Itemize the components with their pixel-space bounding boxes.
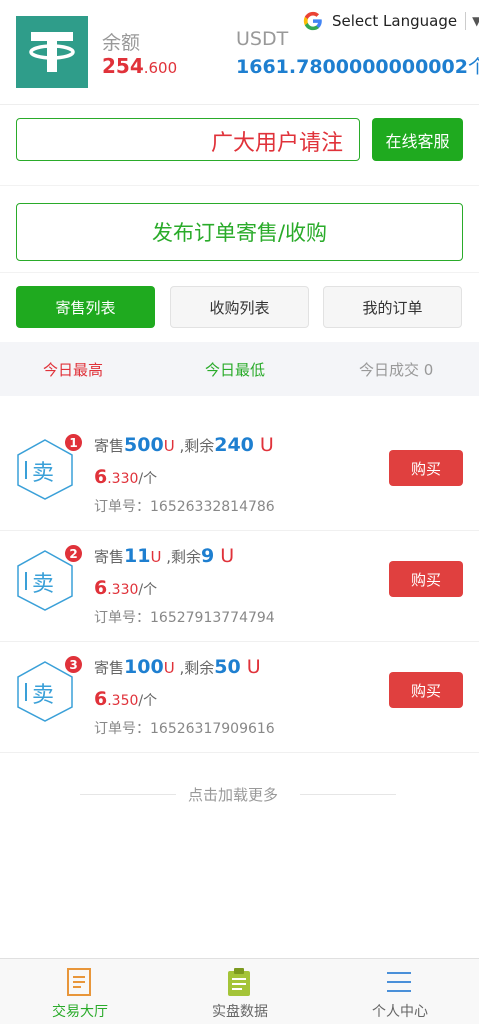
price-dec: .350	[107, 693, 139, 709]
order-prefix: 寄售	[94, 659, 125, 677]
language-divider	[465, 12, 467, 30]
price-dec: .330	[107, 471, 139, 487]
sell-hexagon-icon: 卖 2	[16, 543, 84, 611]
caret-down-icon: ▼	[472, 14, 479, 28]
price-dec: .330	[107, 582, 139, 598]
order-number-label: 订单号：	[94, 610, 150, 626]
order-summary: 寄售11U ,剩余9 U	[94, 545, 234, 567]
nav-trading-hall[interactable]: 交易大厅	[0, 959, 160, 1024]
buy-button[interactable]: 购买	[389, 450, 463, 486]
usdt-label: USDT	[236, 28, 289, 50]
sell-hexagon-icon: 卖 1	[16, 432, 84, 500]
order-remain: 9	[201, 545, 215, 567]
divider-left	[80, 794, 176, 795]
order-list-item: 卖 2 寄售11U ,剩余9 U 6.330/个 订单号：16527913774…	[0, 531, 479, 642]
stat-today-high: 今日最高	[43, 361, 104, 379]
order-prefix: 寄售	[94, 548, 125, 566]
order-price: 6.330/个	[94, 577, 157, 599]
load-more-text[interactable]: 点击加载更多	[188, 784, 278, 805]
rank-badge: 2	[63, 543, 84, 564]
google-icon	[303, 11, 322, 31]
order-unit: U	[163, 659, 175, 677]
sell-char: 卖	[32, 683, 55, 708]
language-label: Select Language	[332, 12, 458, 30]
balance-dec: .600	[143, 59, 178, 77]
remain-unit: U	[214, 545, 235, 567]
clipboard-icon	[228, 968, 250, 996]
nav-label: 实盘数据	[212, 1004, 268, 1020]
stat-today-low: 今日最低	[205, 361, 266, 379]
order-amount: 500	[124, 434, 164, 456]
stat-today-volume: 今日成交 0	[359, 361, 434, 379]
order-amount: 11	[124, 545, 151, 567]
online-service-button[interactable]: 在线客服	[372, 118, 463, 161]
document-icon	[67, 968, 91, 996]
account-header: 余额 254.600 USDT 1661.7800000000002个 Sele…	[0, 0, 479, 105]
price-int: 6	[94, 688, 108, 710]
tether-logo-icon	[16, 16, 88, 88]
price-unit: /个	[138, 582, 158, 598]
publish-row: 发布订单寄售/收购	[0, 187, 479, 273]
notice-text: 广大用户请注	[211, 131, 344, 156]
remain-unit: U	[240, 656, 261, 678]
balance-int: 254	[102, 54, 144, 78]
buy-button[interactable]: 购买	[389, 672, 463, 708]
order-number-label: 订单号：	[94, 721, 150, 737]
remain-label: ,剩余	[174, 437, 215, 455]
balance-label: 余额	[102, 32, 141, 54]
remain-label: ,剩余	[174, 659, 215, 677]
divider-right	[300, 794, 396, 795]
nav-personal-center[interactable]: 个人中心	[320, 959, 479, 1024]
order-number: 订单号：16526332814786	[94, 496, 275, 516]
tab-consignment-list[interactable]: 寄售列表	[16, 286, 155, 328]
order-amount: 100	[124, 656, 164, 678]
order-remain: 240	[214, 434, 254, 456]
menu-icon	[387, 972, 411, 992]
usdt-amount: 1661.7800000000002	[236, 56, 468, 78]
rank-badge: 1	[63, 432, 84, 453]
order-number: 订单号：16526317909616	[94, 718, 275, 738]
language-selector[interactable]: Select Language ▼	[302, 8, 479, 34]
order-list-item: 卖 3 寄售100U ,剩余50 U 6.350/个 订单号：165263179…	[0, 642, 479, 753]
order-unit: U	[150, 548, 162, 566]
nav-market-data[interactable]: 实盘数据	[160, 959, 320, 1024]
usdt-value: 1661.7800000000002个	[236, 52, 479, 79]
buy-button[interactable]: 购买	[389, 561, 463, 597]
order-unit: U	[163, 437, 175, 455]
order-number-value: 16526317909616	[150, 721, 275, 737]
sell-hexagon-icon: 卖 3	[16, 654, 84, 722]
order-summary: 寄售500U ,剩余240 U	[94, 434, 274, 456]
order-price: 6.330/个	[94, 466, 157, 488]
bottom-nav: 交易大厅 实盘数据 个人中心	[0, 958, 479, 1024]
publish-order-button[interactable]: 发布订单寄售/收购	[16, 203, 463, 261]
order-remain: 50	[214, 656, 241, 678]
tab-my-orders[interactable]: 我的订单	[323, 286, 462, 328]
order-price: 6.350/个	[94, 688, 157, 710]
price-unit: /个	[138, 471, 158, 487]
tab-purchase-list[interactable]: 收购列表	[170, 286, 309, 328]
usdt-unit: 个	[467, 56, 479, 78]
price-int: 6	[94, 466, 108, 488]
price-int: 6	[94, 577, 108, 599]
balance-value: 254.600	[102, 54, 177, 78]
order-number-value: 16527913774794	[150, 610, 275, 626]
price-unit: /个	[138, 693, 158, 709]
order-summary: 寄售100U ,剩余50 U	[94, 656, 261, 678]
rank-badge: 3	[63, 654, 84, 675]
nav-label: 交易大厅	[52, 1004, 108, 1020]
sell-char: 卖	[32, 572, 55, 597]
remain-label: ,剩余	[161, 548, 201, 566]
today-stats-bar: 今日最高 今日最低 今日成交 0	[0, 342, 479, 396]
order-number: 订单号：16527913774794	[94, 607, 275, 627]
order-number-label: 订单号：	[94, 499, 150, 515]
order-list-item: 卖 1 寄售500U ,剩余240 U 6.330/个 订单号：16526332…	[0, 420, 479, 531]
load-more[interactable]: 点击加载更多	[0, 784, 479, 806]
notice-marquee: 广大用户请注	[16, 118, 360, 161]
remain-unit: U	[253, 434, 274, 456]
order-prefix: 寄售	[94, 437, 125, 455]
order-number-value: 16526332814786	[150, 499, 275, 515]
notice-row: 广大用户请注 在线客服	[0, 106, 479, 186]
sell-char: 卖	[32, 461, 55, 486]
nav-label: 个人中心	[372, 1004, 428, 1020]
